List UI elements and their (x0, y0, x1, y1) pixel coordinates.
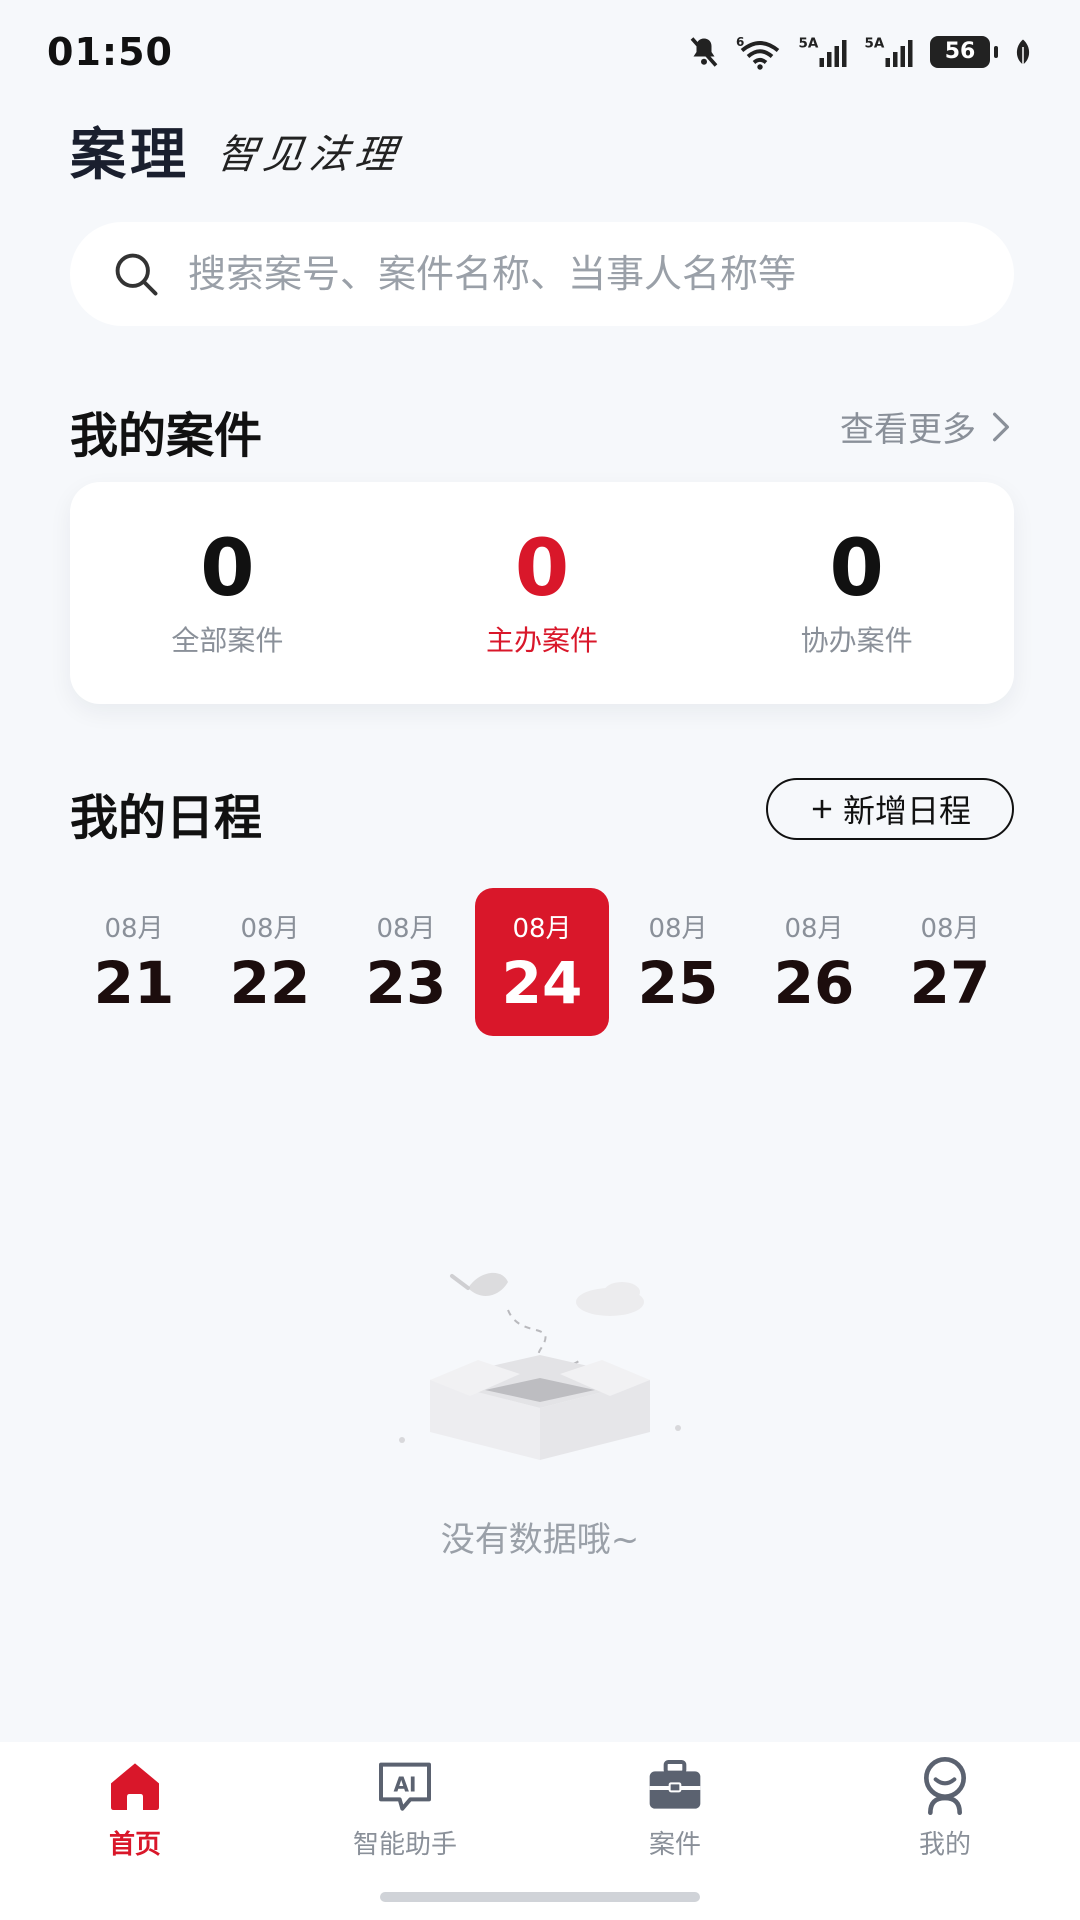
status-time: 01:50 (47, 30, 173, 74)
search-icon (115, 253, 158, 296)
date-month: 08月 (376, 913, 436, 944)
view-more-link[interactable]: 查看更多 (840, 402, 1014, 451)
battery-level: 56 (930, 36, 990, 68)
home-indicator[interactable] (380, 1892, 700, 1902)
wifi-icon: 6 (736, 32, 784, 72)
svg-text:5A: 5A (799, 36, 819, 52)
date-day: 25 (637, 948, 719, 1017)
battery-icon: 56 (930, 32, 998, 72)
brand-header: 案理 智见法理 (70, 110, 405, 191)
app-slogan: 智见法理 (214, 131, 405, 178)
add-schedule-button[interactable]: 新增日程 (766, 778, 1014, 840)
date-month: 08月 (784, 913, 844, 944)
home-screen: 01:50 6 5A 5A 56 案理 智见法理 搜索案号、案件名称、当事人名称… (0, 0, 1080, 1920)
search-bar[interactable] (70, 222, 1014, 326)
nav-cases[interactable]: 案件 (565, 1754, 785, 1861)
date-day: 26 (773, 948, 855, 1017)
date-item[interactable]: 08月 25 (611, 888, 745, 1036)
date-month: 08月 (240, 913, 300, 944)
leaf-icon (1012, 32, 1034, 72)
signal-icon: 5A (864, 32, 916, 72)
stat-lead-cases[interactable]: 0 主办案件 (412, 524, 672, 659)
chevron-right-icon (993, 412, 1009, 441)
stat-all-cases[interactable]: 0 全部案件 (97, 524, 357, 659)
date-day: 23 (365, 948, 447, 1017)
schedule-section-title: 我的日程 (70, 790, 263, 846)
briefcase-icon (649, 1760, 701, 1809)
stat-value: 0 (514, 524, 570, 615)
date-month: 08月 (920, 913, 980, 944)
nav-label: 案件 (648, 1830, 701, 1860)
date-day: 24 (501, 948, 583, 1017)
stat-label: 协办案件 (800, 623, 913, 657)
nav-profile[interactable]: 我的 (835, 1754, 1055, 1861)
date-item[interactable]: 08月 23 (339, 888, 473, 1036)
date-item[interactable]: 08月 27 (883, 888, 1017, 1036)
date-strip: 08月 21 08月 22 08月 23 08月 24 08月 25 08月 2… (67, 888, 1017, 1036)
date-month: 08月 (512, 913, 572, 944)
stat-label: 主办案件 (485, 623, 598, 657)
stat-value: 0 (200, 524, 255, 615)
svg-text:6: 6 (736, 35, 744, 49)
date-day: 22 (229, 948, 311, 1017)
date-item[interactable]: 08月 22 (203, 888, 337, 1036)
case-summary-card: 0 全部案件 0 主办案件 0 协办案件 (70, 482, 1014, 704)
nav-home[interactable]: 首页 (25, 1754, 245, 1861)
date-day: 21 (93, 948, 175, 1017)
profile-icon (924, 1757, 966, 1815)
app-title: 案理 (70, 123, 190, 188)
date-item-selected[interactable]: 08月 24 (475, 888, 609, 1036)
empty-box-illustration (399, 1272, 681, 1460)
nav-label: 智能助手 (352, 1830, 457, 1860)
stat-value: 0 (829, 524, 884, 615)
date-month: 08月 (104, 913, 164, 944)
nav-label: 我的 (918, 1830, 971, 1860)
search-input[interactable] (186, 251, 950, 297)
status-icons: 6 5A 5A 56 (686, 32, 1034, 72)
date-month: 08月 (648, 913, 708, 944)
stat-assist-cases[interactable]: 0 协办案件 (727, 524, 987, 659)
cases-section-title: 我的案件 (70, 408, 263, 464)
signal-icon: 5A (798, 32, 850, 72)
nav-ai-assistant[interactable]: AI 智能助手 (295, 1754, 515, 1861)
status-bar: 01:50 6 5A 5A 56 (0, 0, 1080, 100)
stat-label: 全部案件 (171, 623, 284, 657)
date-day: 27 (909, 948, 991, 1017)
home-icon (111, 1763, 159, 1810)
date-item[interactable]: 08月 26 (747, 888, 881, 1036)
svg-text:5A: 5A (865, 36, 885, 52)
date-item[interactable]: 08月 21 (67, 888, 201, 1036)
plus-icon (812, 799, 832, 819)
svg-text:AI: AI (394, 1772, 417, 1796)
add-schedule-label: 新增日程 (842, 793, 971, 829)
view-more-label: 查看更多 (840, 410, 976, 450)
nav-label: 首页 (108, 1830, 161, 1860)
ai-assistant-icon: AI (379, 1762, 431, 1811)
empty-state-text: 没有数据哦~ (440, 1520, 640, 1560)
mute-bell-icon (686, 32, 722, 72)
